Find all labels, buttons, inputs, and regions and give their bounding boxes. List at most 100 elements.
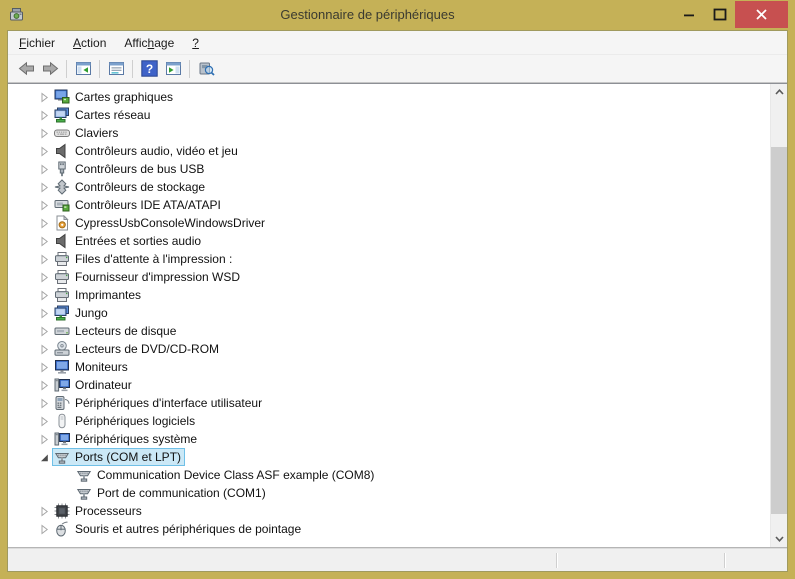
tree-item[interactable]: Contrôleurs audio, vidéo et jeu (8, 142, 787, 160)
speaker-icon (54, 233, 70, 249)
expand-collapsed-arrow-icon[interactable] (36, 269, 52, 285)
expand-collapsed-arrow-icon[interactable] (36, 107, 52, 123)
forward-button[interactable] (38, 58, 62, 80)
expand-collapsed-arrow-icon[interactable] (36, 215, 52, 231)
tree-item-row-surface[interactable]: Ordinateur (52, 376, 136, 394)
close-button[interactable] (735, 1, 788, 28)
network-adapter-icon (54, 107, 70, 123)
caption-buttons (673, 1, 788, 28)
menu-item-affichage[interactable]: Affichage (115, 33, 183, 53)
tree-item-row-surface[interactable]: Lecteurs de disque (52, 322, 180, 340)
tree-item[interactable]: Ordinateur (8, 376, 787, 394)
tree-item[interactable]: Moniteurs (8, 358, 787, 376)
scan-hardware-changes-button[interactable] (194, 58, 218, 80)
expand-collapsed-arrow-icon[interactable] (36, 179, 52, 195)
tree-item[interactable]: Contrôleurs IDE ATA/ATAPI (8, 196, 787, 214)
tree-item-row-surface[interactable]: Contrôleurs audio, vidéo et jeu (52, 142, 242, 160)
tree-item-row-surface[interactable]: Cartes graphiques (52, 88, 177, 106)
expand-collapsed-arrow-icon[interactable] (36, 251, 52, 267)
tree-item-row-surface[interactable]: CypressUsbConsoleWindowsDriver (52, 214, 269, 232)
menu-item-action[interactable]: Action (64, 33, 115, 53)
scroll-up-button[interactable] (771, 84, 787, 101)
tree-item-label: Lecteurs de DVD/CD-ROM (75, 342, 219, 356)
tree-item[interactable]: Ports (COM et LPT) (8, 448, 787, 466)
tree-item[interactable]: CypressUsbConsoleWindowsDriver (8, 214, 787, 232)
tree-item-row-surface[interactable]: Contrôleurs IDE ATA/ATAPI (52, 196, 225, 214)
tree-item[interactable]: Contrôleurs de stockage (8, 178, 787, 196)
tree-item-row-surface[interactable]: Communication Device Class ASF example (… (74, 466, 378, 484)
tree-item-row-surface[interactable]: Lecteurs de DVD/CD-ROM (52, 340, 223, 358)
minimize-button[interactable] (673, 1, 704, 28)
tree-item[interactable]: Processeurs (8, 502, 787, 520)
tree-item[interactable]: Cartes réseau (8, 106, 787, 124)
show-console-tree-button[interactable] (71, 58, 95, 80)
scroll-down-button[interactable] (771, 530, 787, 547)
expand-collapsed-arrow-icon[interactable] (36, 341, 52, 357)
tree-item-row-surface[interactable]: Périphériques d'interface utilisateur (52, 394, 266, 412)
vertical-scrollbar[interactable] (770, 84, 787, 547)
expand-collapsed-arrow-icon[interactable] (36, 359, 52, 375)
expand-collapsed-arrow-icon[interactable] (36, 395, 52, 411)
scrollbar-thumb[interactable] (771, 147, 787, 514)
tree-item-row-surface[interactable]: Souris et autres périphériques de pointa… (52, 520, 305, 538)
expand-collapsed-arrow-icon[interactable] (36, 161, 52, 177)
display-adapter-icon (54, 89, 70, 105)
tree-item[interactable]: Communication Device Class ASF example (… (8, 466, 787, 484)
expand-collapsed-arrow-icon[interactable] (36, 233, 52, 249)
expand-collapsed-arrow-icon[interactable] (36, 413, 52, 429)
maximize-button[interactable] (704, 1, 735, 28)
tree-item[interactable]: Périphériques logiciels (8, 412, 787, 430)
expand-collapsed-arrow-icon[interactable] (36, 287, 52, 303)
tree-item-row-surface[interactable]: Claviers (52, 124, 122, 142)
expand-collapsed-arrow-icon[interactable] (36, 503, 52, 519)
properties-button[interactable] (104, 58, 128, 80)
expand-collapsed-arrow-icon[interactable] (36, 197, 52, 213)
expand-collapsed-arrow-icon[interactable] (36, 521, 52, 537)
tree-item-row-surface[interactable]: Port de communication (COM1) (74, 484, 270, 502)
printer-icon (54, 287, 70, 303)
tree-item[interactable]: Imprimantes (8, 286, 787, 304)
tree-item-row-surface[interactable]: Contrôleurs de stockage (52, 178, 209, 196)
tree-item[interactable]: Cartes graphiques (8, 88, 787, 106)
tree-item-row-surface[interactable]: Contrôleurs de bus USB (52, 160, 208, 178)
tree-item[interactable]: Périphériques d'interface utilisateur (8, 394, 787, 412)
tree-item[interactable]: Entrées et sorties audio (8, 232, 787, 250)
tree-item[interactable]: Jungo (8, 304, 787, 322)
menu-item-?[interactable]: ? (183, 33, 208, 53)
tree-item[interactable]: Files d'attente à l'impression : (8, 250, 787, 268)
serial-port-icon (76, 485, 92, 501)
tree-item[interactable]: Périphériques système (8, 430, 787, 448)
show-action-pane-button[interactable] (161, 58, 185, 80)
tree-item[interactable]: Souris et autres périphériques de pointa… (8, 520, 787, 538)
expand-collapsed-arrow-icon[interactable] (36, 377, 52, 393)
tree-item-row-surface[interactable]: Moniteurs (52, 358, 132, 376)
tree-item[interactable]: Contrôleurs de bus USB (8, 160, 787, 178)
back-button[interactable] (14, 58, 38, 80)
tree-item-row-surface[interactable]: Imprimantes (52, 286, 145, 304)
printer-icon (54, 251, 70, 267)
expand-collapsed-arrow-icon[interactable] (36, 143, 52, 159)
driver-file-icon (54, 215, 70, 231)
tree-item[interactable]: Lecteurs de DVD/CD-ROM (8, 340, 787, 358)
tree-item-row-surface[interactable]: Fournisseur d'impression WSD (52, 268, 244, 286)
tree-item-row-surface[interactable]: Périphériques système (52, 430, 201, 448)
tree-item[interactable]: Claviers (8, 124, 787, 142)
tree-item[interactable]: Lecteurs de disque (8, 322, 787, 340)
expand-collapsed-arrow-icon[interactable] (36, 305, 52, 321)
tree-item-row-surface[interactable]: Cartes réseau (52, 106, 154, 124)
expand-expanded-arrow-icon[interactable] (36, 449, 52, 465)
tree-item[interactable]: Port de communication (COM1) (8, 484, 787, 502)
tree-item-row-surface[interactable]: Périphériques logiciels (52, 412, 199, 430)
tree-item-row-surface[interactable]: Entrées et sorties audio (52, 232, 205, 250)
tree-item-row-surface[interactable]: Files d'attente à l'impression : (52, 250, 236, 268)
tree-item-row-surface[interactable]: Ports (COM et LPT) (52, 448, 185, 466)
tree-item-row-surface[interactable]: Jungo (52, 304, 112, 322)
help-button[interactable]: ? (137, 58, 161, 80)
expand-collapsed-arrow-icon[interactable] (36, 125, 52, 141)
menu-item-fichier[interactable]: Fichier (10, 33, 64, 53)
expand-collapsed-arrow-icon[interactable] (36, 323, 52, 339)
expand-collapsed-arrow-icon[interactable] (36, 89, 52, 105)
tree-item[interactable]: Fournisseur d'impression WSD (8, 268, 787, 286)
expand-collapsed-arrow-icon[interactable] (36, 431, 52, 447)
tree-item-row-surface[interactable]: Processeurs (52, 502, 146, 520)
